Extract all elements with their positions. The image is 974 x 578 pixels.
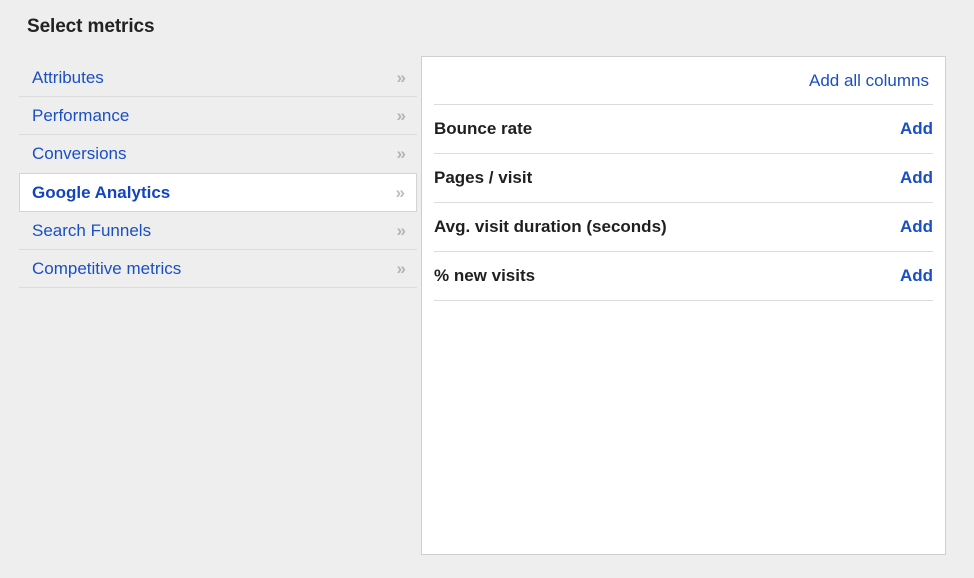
metric-row: Pages / visit Add	[422, 154, 945, 202]
metric-name: % new visits	[434, 266, 536, 285]
sidebar-item-attributes[interactable]: Attributes »	[19, 59, 417, 97]
chevron-double-right-icon: »	[396, 144, 407, 163]
sidebar-item-label: Search Funnels	[32, 220, 152, 240]
divider	[434, 300, 933, 301]
metric-row: % new visits Add	[422, 252, 945, 300]
add-metric-link[interactable]: Add	[900, 168, 933, 188]
sidebar-item-competitive-metrics[interactable]: Competitive metrics »	[19, 250, 417, 288]
sidebar-item-label: Google Analytics	[32, 182, 171, 202]
metric-row: Bounce rate Add	[422, 105, 945, 153]
sidebar-item-google-analytics[interactable]: Google Analytics »	[19, 173, 417, 212]
metric-name: Avg. visit duration (seconds)	[434, 217, 667, 236]
sidebar-item-performance[interactable]: Performance »	[19, 97, 417, 135]
add-metric-link[interactable]: Add	[900, 119, 933, 139]
sidebar-item-search-funnels[interactable]: Search Funnels »	[19, 212, 417, 250]
metrics-panel: Add all columns Bounce rate Add Pages / vi…	[421, 56, 946, 555]
sidebar-item-label: Conversions	[32, 143, 127, 163]
add-metric-link[interactable]: Add	[900, 266, 933, 286]
sidebar-item-label: Performance	[32, 105, 130, 125]
add-metric-link[interactable]: Add	[900, 217, 933, 237]
metrics-list: Bounce rate Add Pages / visit Add Avg. visit…	[422, 105, 945, 301]
chevron-double-right-icon: »	[396, 221, 407, 240]
add-all-columns-link[interactable]: Add all columns	[809, 71, 929, 91]
chevron-double-right-icon: »	[396, 68, 407, 87]
chevron-double-right-icon: »	[395, 183, 406, 202]
sidebar-item-label: Attributes	[32, 67, 104, 87]
chevron-double-right-icon: »	[396, 259, 407, 278]
page-title: Select metrics	[27, 16, 155, 37]
metric-name: Pages / visit	[434, 168, 533, 187]
sidebar-item-conversions[interactable]: Conversions »	[19, 135, 417, 173]
metric-name: Bounce rate	[434, 119, 533, 138]
chevron-double-right-icon: »	[396, 106, 407, 125]
metric-row: Avg. visit duration (seconds) Add	[422, 203, 945, 251]
add-all-columns-row: Add all columns	[422, 57, 945, 104]
sidebar-item-label: Competitive metrics	[32, 258, 182, 278]
category-list: Attributes» Performance» Conversions» Googl…	[19, 59, 417, 288]
